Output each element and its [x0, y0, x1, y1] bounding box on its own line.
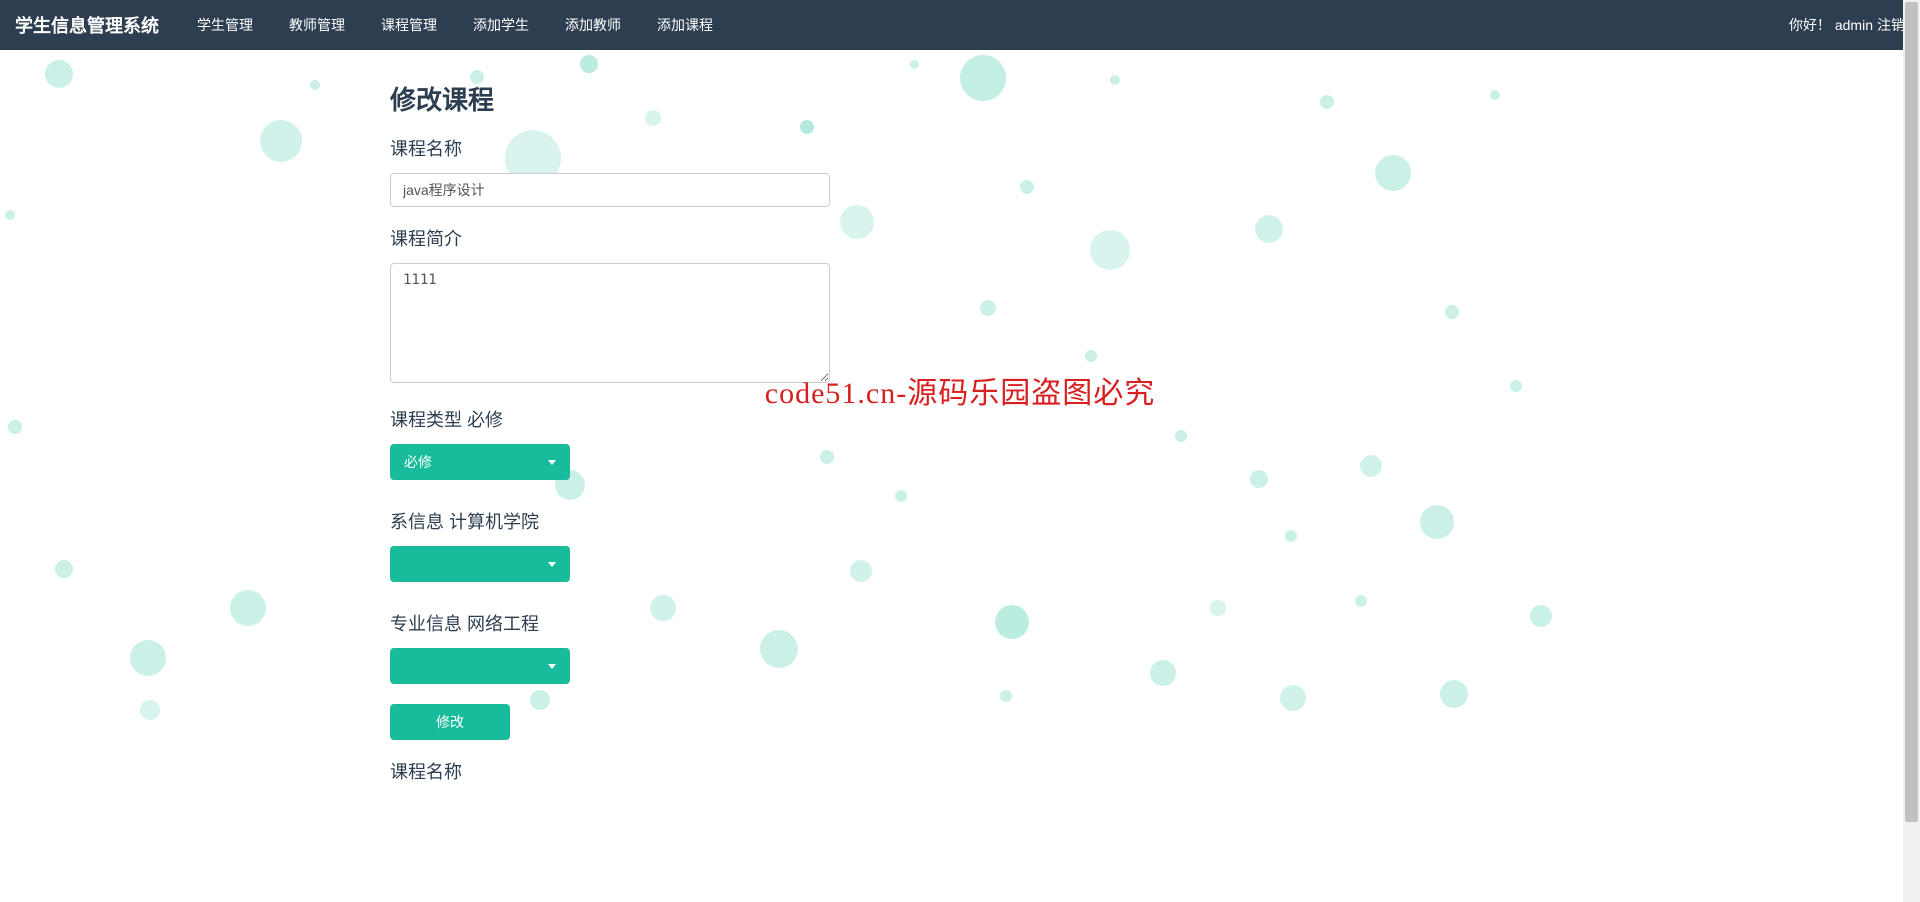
- course-name-label: 课程名称: [390, 135, 1140, 161]
- watermark-text: code51.cn-源码乐园盗图必究: [765, 368, 1155, 412]
- nav-menu: 学生管理 教师管理 课程管理 添加学生 添加教师 添加课程: [179, 0, 1789, 50]
- nav-item-add-teacher[interactable]: 添加教师: [547, 0, 639, 50]
- username-text: admin: [1835, 17, 1873, 33]
- major-label: 专业信息 网络工程: [390, 610, 1140, 636]
- caret-down-icon: [548, 664, 556, 669]
- logout-link[interactable]: 注销: [1877, 15, 1905, 35]
- submit-button[interactable]: 修改: [390, 704, 510, 740]
- dept-label: 系信息 计算机学院: [390, 508, 1140, 534]
- major-dropdown[interactable]: [390, 648, 570, 684]
- course-desc-label: 课程简介: [390, 225, 1140, 251]
- navbar: 学生信息管理系统 学生管理 教师管理 课程管理 添加学生 添加教师 添加课程 你…: [0, 0, 1920, 50]
- navbar-brand[interactable]: 学生信息管理系统: [15, 12, 159, 38]
- course-type-dropdown[interactable]: 必修: [390, 444, 570, 480]
- nav-item-student-manage[interactable]: 学生管理: [179, 0, 271, 50]
- nav-item-course-manage[interactable]: 课程管理: [363, 0, 455, 50]
- dept-dropdown[interactable]: [390, 546, 570, 582]
- course-name-input[interactable]: [390, 173, 830, 207]
- scrollbar-thumb[interactable]: [1905, 2, 1918, 822]
- course-desc-textarea[interactable]: 1111: [390, 263, 830, 383]
- nav-right: 你好！ admin 注销: [1789, 15, 1905, 35]
- nav-item-teacher-manage[interactable]: 教师管理: [271, 0, 363, 50]
- course-type-selected: 必修: [404, 452, 432, 472]
- nav-item-add-course[interactable]: 添加课程: [639, 0, 731, 50]
- caret-down-icon: [548, 562, 556, 567]
- nav-item-add-student[interactable]: 添加学生: [455, 0, 547, 50]
- caret-down-icon: [548, 460, 556, 465]
- scrollbar[interactable]: [1903, 0, 1920, 902]
- page-title: 修改课程: [390, 80, 1140, 117]
- course-name-label-2: 课程名称: [390, 758, 1140, 784]
- greeting-text: 你好！: [1789, 15, 1831, 35]
